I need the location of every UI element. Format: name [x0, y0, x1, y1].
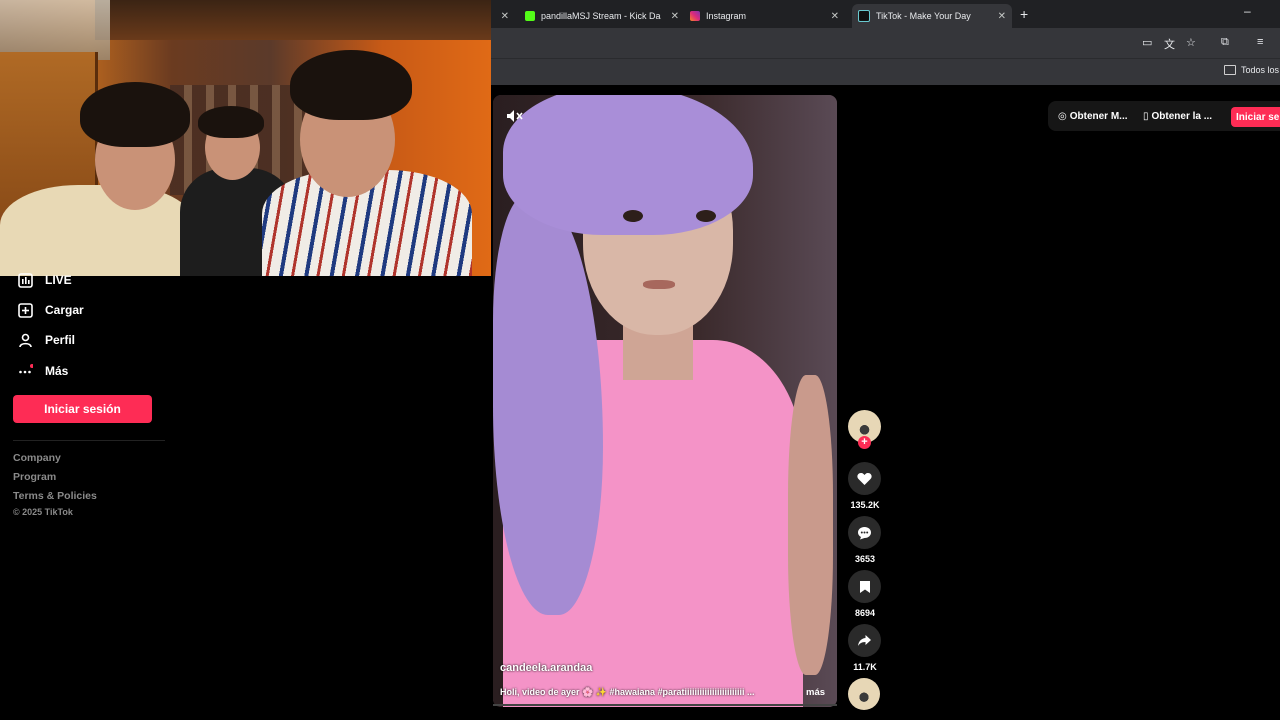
sidebar-item-profile[interactable]: Perfil	[17, 332, 75, 348]
translate-icon[interactable]: 文	[1164, 36, 1175, 52]
follow-plus-icon[interactable]: +	[858, 436, 871, 449]
tab-kick-title: pandillaMSJ Stream - Kick Dash	[541, 11, 661, 21]
bookmark-folder-label: Todos los m	[1241, 65, 1280, 75]
new-tab-button[interactable]: +	[1020, 6, 1028, 22]
person-middle-hair	[198, 106, 264, 138]
video-caption: Holi, video de ayer 🌸 ✨ #hawaiana #parat…	[500, 687, 755, 697]
sidebar-item-live[interactable]: LIVE	[17, 272, 72, 288]
instagram-favicon-icon	[690, 11, 700, 21]
coin-icon: ◎	[1058, 111, 1067, 122]
music-disc[interactable]	[848, 678, 880, 710]
phone-icon: ▯	[1143, 111, 1149, 122]
share-count: 11.7K	[853, 662, 877, 672]
tab-kick[interactable]: pandillaMSJ Stream - Kick Dash ✕	[525, 4, 685, 28]
footer-link-program[interactable]: Program	[13, 471, 56, 483]
copyright-text: © 2025 TikTok	[13, 507, 73, 517]
video-player[interactable]	[493, 95, 837, 707]
bookmark-star-icon[interactable]: ☆	[1186, 36, 1196, 49]
person-right-hair	[290, 50, 412, 120]
webcam-overlay	[0, 0, 491, 276]
folder-icon	[1224, 65, 1236, 75]
sidebar-item-label: Más	[45, 364, 69, 378]
sidebar-item-label: Perfil	[45, 333, 76, 347]
sidebar-item-more[interactable]: Más	[17, 363, 68, 379]
comment-icon	[858, 526, 871, 539]
save-count: 8694	[854, 608, 876, 618]
caption-more-link[interactable]: más	[806, 687, 825, 698]
sidebar-item-label: Cargar	[45, 303, 84, 317]
video-mouth	[643, 280, 675, 289]
comment-count: 3653	[854, 554, 876, 564]
bookmarks-bar: Todos los m	[491, 58, 1280, 85]
sidebar-divider	[13, 440, 165, 441]
footer-link-terms[interactable]: Terms & Policies	[13, 490, 97, 502]
tab-partial[interactable]: ✕	[491, 4, 515, 28]
login-button[interactable]: Iniciar sesión	[13, 395, 152, 423]
video-progress-bar[interactable]	[493, 704, 837, 706]
browser-toolbar: ▭ 文 ☆ ⧉ ≡	[491, 28, 1280, 58]
get-app-label: Obtener la ...	[1151, 111, 1213, 122]
tab-close-icon[interactable]: ✕	[998, 11, 1006, 22]
webcam-upper-cabinet	[0, 0, 110, 60]
video-eye-right	[696, 210, 716, 222]
comment-button[interactable]	[848, 516, 881, 549]
browser-tab-bar: ✕ pandillaMSJ Stream - Kick Dash ✕ Insta…	[491, 0, 1280, 28]
heart-icon	[857, 472, 872, 485]
like-button[interactable]	[848, 462, 881, 495]
live-icon	[17, 272, 33, 288]
person-left-shirt	[0, 185, 195, 276]
video-eye-left	[623, 210, 643, 222]
tab-tiktok[interactable]: TikTok - Make Your Day ✕	[852, 4, 1012, 28]
footer-link-company[interactable]: Company	[13, 452, 61, 464]
tab-close-icon[interactable]: ✕	[671, 11, 679, 22]
like-count: 135.2K	[850, 500, 880, 510]
profile-icon	[17, 332, 33, 348]
upload-icon	[17, 302, 33, 318]
extensions-icon[interactable]: ⧉	[1221, 36, 1229, 49]
get-coins-label: Obtener M...	[1069, 111, 1128, 122]
video-author[interactable]: candeela.arandaa	[500, 662, 592, 674]
webcam-ceiling	[95, 0, 491, 40]
sidebar-item-label: LIVE	[45, 273, 72, 287]
save-button[interactable]	[848, 570, 881, 603]
reading-list-icon[interactable]: ≡	[1257, 36, 1263, 48]
bookmark-icon	[859, 580, 870, 593]
get-coins-button[interactable]: ◎ Obtener M...	[1058, 111, 1128, 122]
share-button[interactable]	[848, 624, 881, 657]
get-app-button[interactable]: ▯ Obtener la ...	[1143, 111, 1212, 122]
tab-tiktok-title: TikTok - Make Your Day	[876, 11, 971, 21]
tab-close-icon[interactable]: ✕	[501, 11, 509, 22]
video-arm	[788, 375, 833, 675]
more-icon	[17, 363, 33, 379]
cast-icon[interactable]: ▭	[1142, 36, 1152, 49]
tab-instagram-title: Instagram	[706, 11, 747, 21]
header-login-button[interactable]: Iniciar se	[1231, 107, 1280, 127]
minimize-window-button[interactable]: –	[1244, 4, 1251, 18]
mute-icon[interactable]	[506, 109, 524, 125]
bookmark-folder-all[interactable]: Todos los m	[1224, 65, 1280, 75]
kick-favicon-icon	[525, 11, 535, 21]
sidebar-item-upload[interactable]: Cargar	[17, 302, 84, 318]
share-icon	[858, 635, 871, 646]
tab-close-icon[interactable]: ✕	[831, 11, 839, 22]
tiktok-favicon-icon	[858, 10, 870, 22]
tab-instagram[interactable]: Instagram ✕	[690, 4, 845, 28]
person-left-hair	[80, 82, 190, 147]
